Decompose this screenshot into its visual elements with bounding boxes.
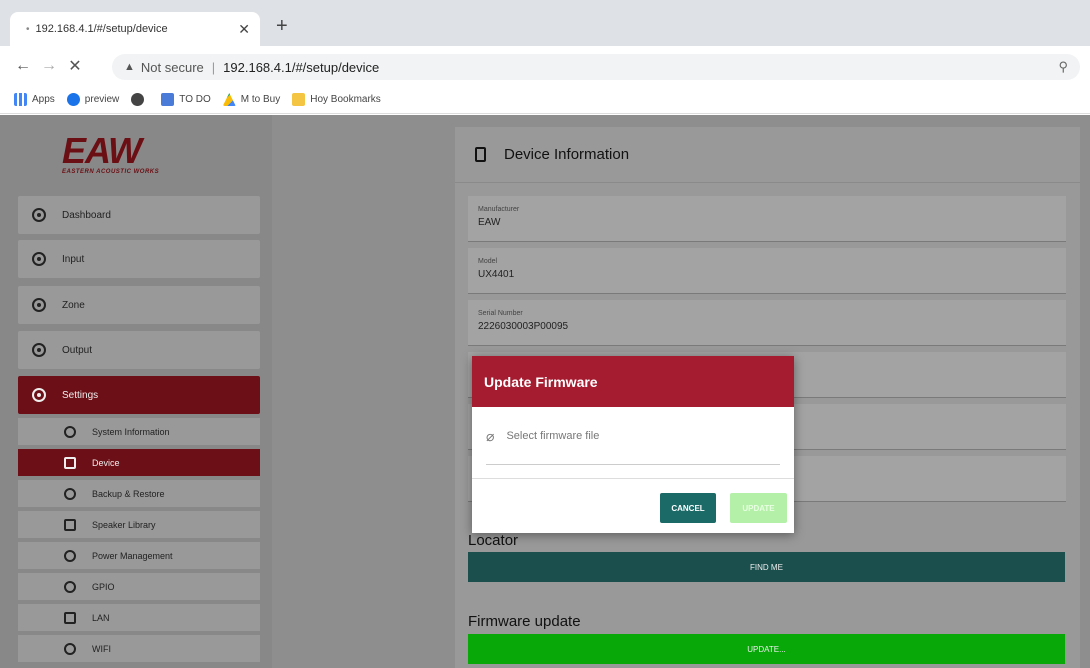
device-icon bbox=[475, 147, 486, 162]
firmware-update-button[interactable]: UPDATE... bbox=[468, 634, 1065, 664]
sidebar: EAW EASTERN ACOUSTIC WORKS Dashboard Inp… bbox=[0, 115, 272, 668]
bookmark-apps[interactable]: Apps bbox=[14, 93, 55, 106]
loading-icon: • bbox=[26, 23, 30, 35]
close-tab-icon[interactable]: ✕ bbox=[238, 21, 250, 38]
globe-icon bbox=[131, 93, 145, 106]
forward-button[interactable]: → bbox=[36, 57, 62, 75]
back-button[interactable]: ← bbox=[10, 57, 36, 75]
paperclip-icon: ⌀ bbox=[486, 428, 495, 444]
gpio-icon bbox=[64, 580, 76, 593]
bookmark-todo[interactable]: TO DO bbox=[161, 93, 211, 106]
doc-icon bbox=[161, 93, 175, 106]
url-text: 192.168.4.1/#/setup/device bbox=[223, 59, 380, 75]
dialog-title: Update Firmware bbox=[484, 373, 598, 390]
browser-tabbar: • 192.168.4.1/#/setup/device ✕ + bbox=[0, 0, 1090, 46]
sidebar-subitem-gpio[interactable]: GPIO bbox=[18, 573, 260, 600]
wifi-icon bbox=[64, 642, 76, 655]
network-icon bbox=[64, 611, 76, 624]
browser-tab[interactable]: • 192.168.4.1/#/setup/device ✕ bbox=[10, 12, 260, 46]
firmware-file-input[interactable]: ⌀ Select firmware file bbox=[486, 429, 780, 465]
sidebar-item-dashboard[interactable]: Dashboard bbox=[18, 196, 260, 234]
device-icon bbox=[64, 456, 76, 469]
bookmark-globe[interactable] bbox=[131, 93, 149, 106]
security-label: Not secure bbox=[140, 59, 204, 75]
serial-number-field: Serial Number 2226030003P00095 bbox=[468, 300, 1066, 346]
browser-toolbar: ← → ✕ ▲ Not secure | 192.168.4.1/#/setup… bbox=[0, 46, 1090, 86]
zone-icon bbox=[32, 298, 46, 312]
bookmark-folder[interactable]: Hoy Bookmarks bbox=[292, 93, 381, 106]
logo-tagline: EASTERN ACOUSTIC WORKS bbox=[62, 169, 160, 175]
cancel-button[interactable]: CANCEL bbox=[660, 493, 716, 523]
input-icon bbox=[32, 252, 46, 266]
sidebar-item-output[interactable]: Output bbox=[18, 331, 260, 369]
output-icon bbox=[32, 343, 46, 357]
gear-icon bbox=[32, 388, 46, 402]
address-bar[interactable]: ▲ Not secure | 192.168.4.1/#/setup/devic… bbox=[112, 54, 1080, 80]
find-me-button[interactable]: FIND ME bbox=[468, 552, 1065, 582]
bookmark-m-to-buy[interactable]: M to Buy bbox=[222, 93, 280, 106]
dialog-body: ⌀ Select firmware file bbox=[472, 407, 794, 477]
info-icon bbox=[64, 425, 76, 438]
dialog-header: Update Firmware bbox=[472, 356, 794, 407]
preview-icon bbox=[66, 93, 80, 106]
model-field: Model UX4401 bbox=[468, 248, 1066, 294]
logo-mark: EAW bbox=[62, 130, 142, 171]
speaker-icon bbox=[64, 518, 76, 531]
sidebar-item-settings[interactable]: Settings bbox=[18, 376, 260, 414]
firmware-update-title: Firmware update bbox=[468, 613, 581, 630]
apps-grid-icon bbox=[14, 93, 27, 106]
panel-title: Device Information bbox=[504, 146, 630, 163]
file-placeholder: Select firmware file bbox=[506, 430, 600, 442]
sidebar-item-zone[interactable]: Zone bbox=[18, 286, 260, 324]
manufacturer-field: Manufacturer EAW bbox=[468, 196, 1066, 242]
sidebar-subitem-lan[interactable]: LAN bbox=[18, 604, 260, 631]
cloud-upload-icon bbox=[64, 487, 76, 500]
bookmarks-bar: Apps preview TO DO M to Buy Hoy Bookmark… bbox=[0, 86, 1090, 114]
folder-icon bbox=[292, 93, 306, 106]
search-icon[interactable]: ⚲ bbox=[1058, 59, 1068, 75]
sidebar-subitem-speaker-library[interactable]: Speaker Library bbox=[18, 511, 260, 538]
warning-icon: ▲ bbox=[124, 61, 135, 73]
panel-header: Device Information bbox=[455, 127, 1080, 183]
bookmark-preview[interactable]: preview bbox=[66, 93, 119, 106]
sidebar-subitem-power-management[interactable]: Power Management bbox=[18, 542, 260, 569]
eaw-logo: EAW EASTERN ACOUSTIC WORKS bbox=[62, 133, 212, 177]
sidebar-subitem-backup-restore[interactable]: Backup & Restore bbox=[18, 480, 260, 507]
locator-title: Locator bbox=[468, 532, 519, 549]
update-button[interactable]: UPDATE bbox=[730, 493, 787, 523]
sidebar-subitem-wifi[interactable]: WIFI bbox=[18, 635, 260, 662]
sidebar-subitem-system-information[interactable]: System Information bbox=[18, 418, 260, 445]
sidebar-subitem-device[interactable]: Device bbox=[18, 449, 260, 476]
gauge-icon bbox=[32, 208, 46, 222]
drive-icon bbox=[222, 93, 236, 106]
tab-title: 192.168.4.1/#/setup/device bbox=[35, 23, 168, 35]
update-firmware-dialog: Update Firmware ⌀ Select firmware file C… bbox=[472, 356, 794, 533]
omnibox-separator: | bbox=[211, 59, 216, 75]
new-tab-button[interactable]: + bbox=[276, 16, 288, 36]
stop-button[interactable]: ✕ bbox=[62, 56, 88, 76]
sidebar-item-input[interactable]: Input bbox=[18, 240, 260, 278]
dialog-footer: CANCEL UPDATE bbox=[472, 478, 794, 533]
power-icon bbox=[64, 549, 76, 562]
